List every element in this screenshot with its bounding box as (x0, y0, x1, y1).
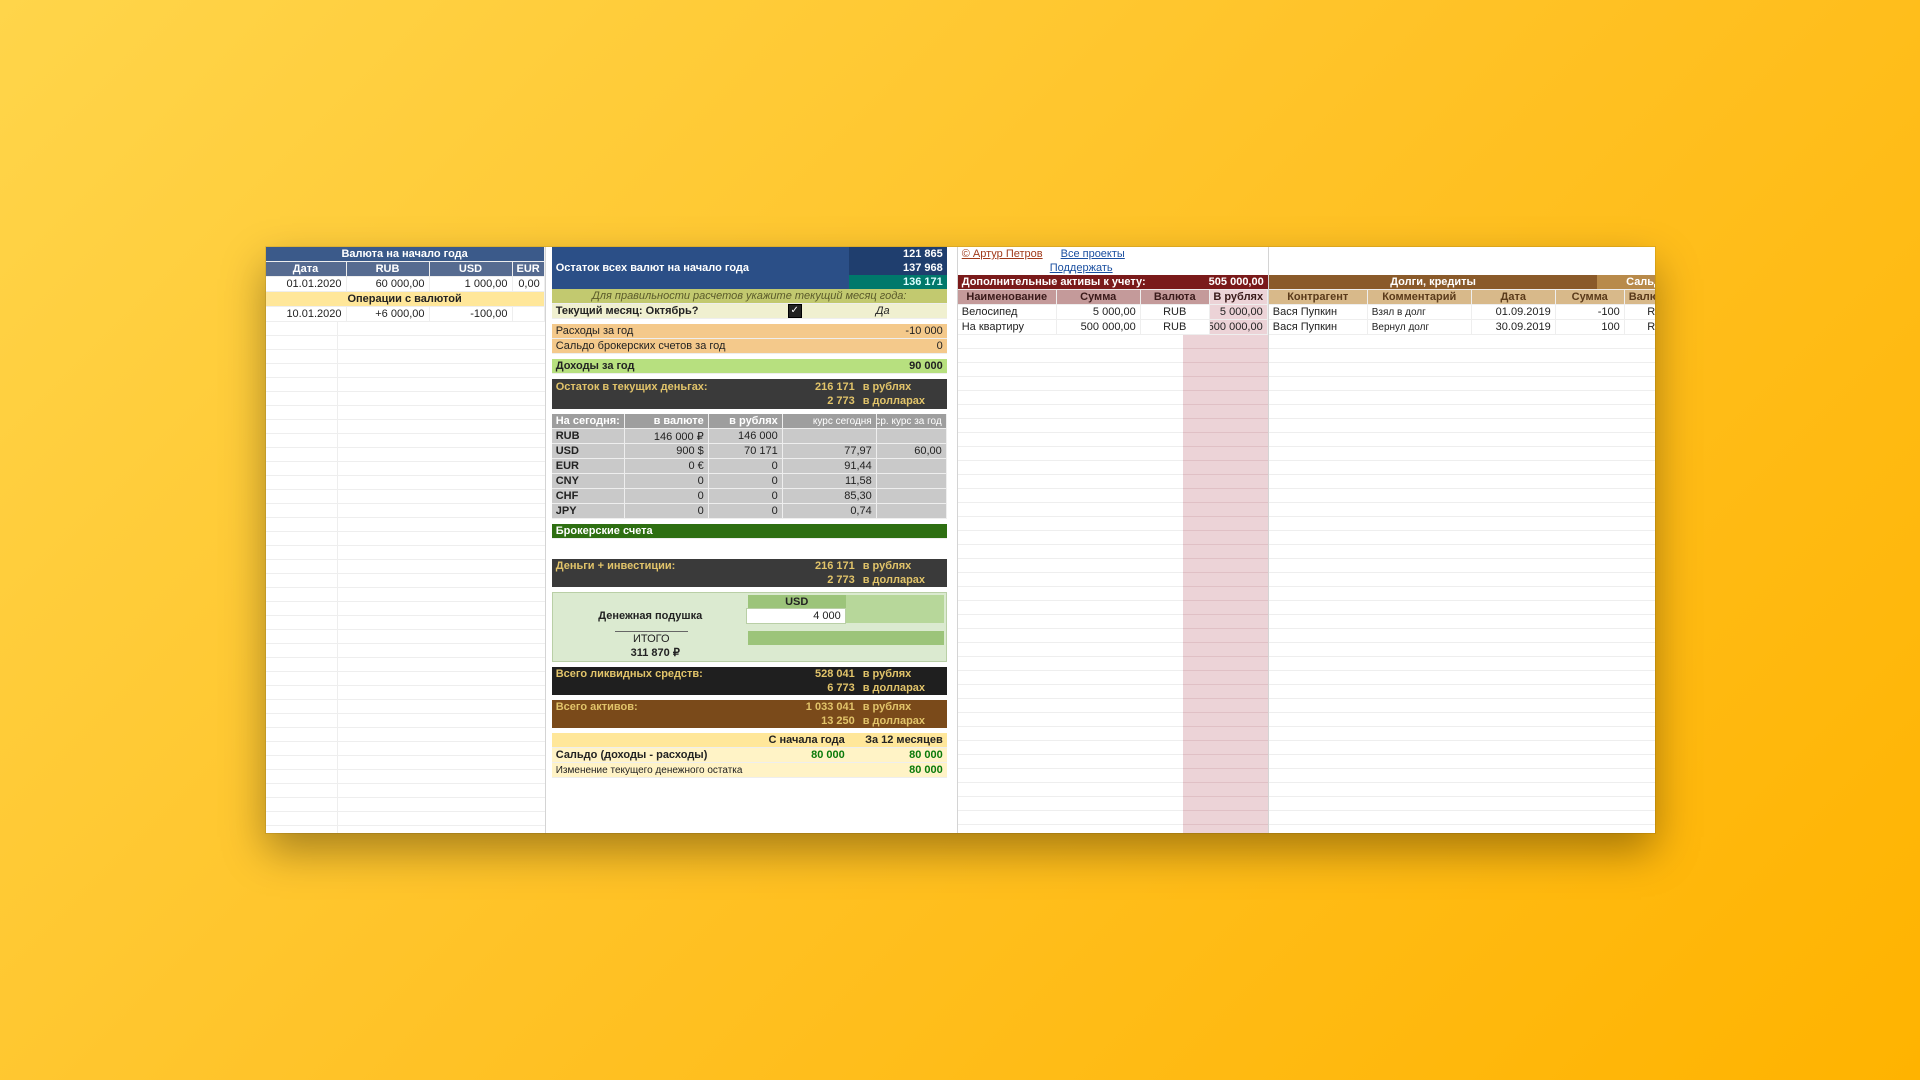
today-row: EUR0 €091,44 (552, 459, 947, 474)
asset-row[interactable]: Велосипед5 000,00RUB5 000,00 (958, 305, 1268, 320)
broker-balance-row: Сальдо брокерских счетов за год 0 (552, 339, 947, 354)
colA-row-2[interactable]: 10.01.2020 +6 000,00 -100,00 (266, 307, 545, 322)
debts-title: Долги, кредиты Сальдо: (1269, 275, 1655, 290)
assets-block: Всего активов: 1 033 041 в рублях 13 250… (552, 700, 947, 728)
money-inv-block: Деньги + инвестиции: 216 171 в рублях 2 … (552, 559, 947, 587)
bottom-header: С начала года За 12 месяцев (552, 733, 947, 748)
colA-title: Валюта на начало года (266, 247, 545, 262)
colA-ops-title: Операции с валютой (266, 292, 545, 307)
today-row: USD900 $70 17177,9760,00 (552, 444, 947, 459)
debts-column: Долги, кредиты Сальдо: Контрагент Коммен… (1269, 247, 1655, 833)
projects-link[interactable]: Все проекты (1061, 248, 1125, 260)
today-row: JPY000,74 (552, 504, 947, 519)
top-balance-block: 121 865 Остаток всех валют на начало год… (552, 247, 947, 289)
assets-empty[interactable] (958, 335, 1268, 833)
assets-column: © Артур Петров Все проекты Поддержать До… (958, 247, 1269, 833)
debt-row[interactable]: Вася ПупкинВзял в долг01.09.2019-100RUB (1269, 305, 1655, 320)
summary-column: 121 865 Остаток всех валют на начало год… (546, 247, 958, 833)
spreadsheet-window: Валюта на начало года Дата RUB USD EUR 0… (266, 247, 1655, 833)
colA-empty[interactable] (266, 322, 545, 833)
colA-row-1[interactable]: 01.01.2020 60 000,00 1 000,00 0,00 (266, 277, 545, 292)
asset-row[interactable]: На квартиру500 000,00RUB500 000,00 (958, 320, 1268, 335)
today-header: На сегодня: в валюте в рублях курс сегод… (552, 414, 947, 429)
liquid-block: Всего ликвидных средств: 528 041 в рубля… (552, 667, 947, 695)
links-row-2: Поддержать (958, 261, 1268, 275)
bottom-r2: Изменение текущего денежного остатка 80 … (552, 763, 947, 778)
current-balance-block: Остаток в текущих деньгах: 216 171 в руб… (552, 379, 947, 409)
debts-rows: Вася ПупкинВзял в долг01.09.2019-100RUBВ… (1269, 305, 1655, 335)
links-row-1: © Артур Петров Все проекты (958, 247, 1268, 261)
today-row: CNY0011,58 (552, 474, 947, 489)
expenses-row: Расходы за год -10 000 (552, 324, 947, 339)
broker-accounts-row: Брокерские счета (552, 524, 947, 539)
debts-empty[interactable] (1269, 335, 1655, 833)
pillow-block: USD Денежная подушка 4 000 ИТОГО 311 870… (552, 592, 947, 662)
today-row: RUB146 000 ₽146 000 (552, 429, 947, 444)
hint-row: Для правильности расчетов укажите текущи… (552, 289, 947, 304)
debt-row[interactable]: Вася ПупкинВернул долг30.09.2019100RUB (1269, 320, 1655, 335)
assets-header: Наименование Сумма Валюта В рублях (958, 290, 1268, 305)
support-link[interactable]: Поддержать (1050, 262, 1113, 274)
bottom-r1: Сальдо (доходы - расходы) 80 000 80 000 (552, 748, 947, 763)
today-rows: RUB146 000 ₽146 000USD900 $70 17177,9760… (552, 429, 947, 519)
income-row: Доходы за год 90 000 (552, 359, 947, 374)
assets-title: Дополнительные активы к учету: 505 000,0… (958, 275, 1268, 290)
author-link[interactable]: © Артур Петров (962, 248, 1043, 260)
assets-rows: Велосипед5 000,00RUB5 000,00На квартиру5… (958, 305, 1268, 335)
debts-header: Контрагент Комментарий Дата Сумма Валюта (1269, 290, 1655, 305)
today-row: CHF0085,30 (552, 489, 947, 504)
colA-header-row: Дата RUB USD EUR (266, 262, 545, 277)
month-row: Текущий месяц: Октябрь? ✓ Да (552, 304, 947, 319)
currency-column: Валюта на начало года Дата RUB USD EUR 0… (266, 247, 546, 833)
month-checkbox[interactable]: ✓ (788, 304, 802, 318)
